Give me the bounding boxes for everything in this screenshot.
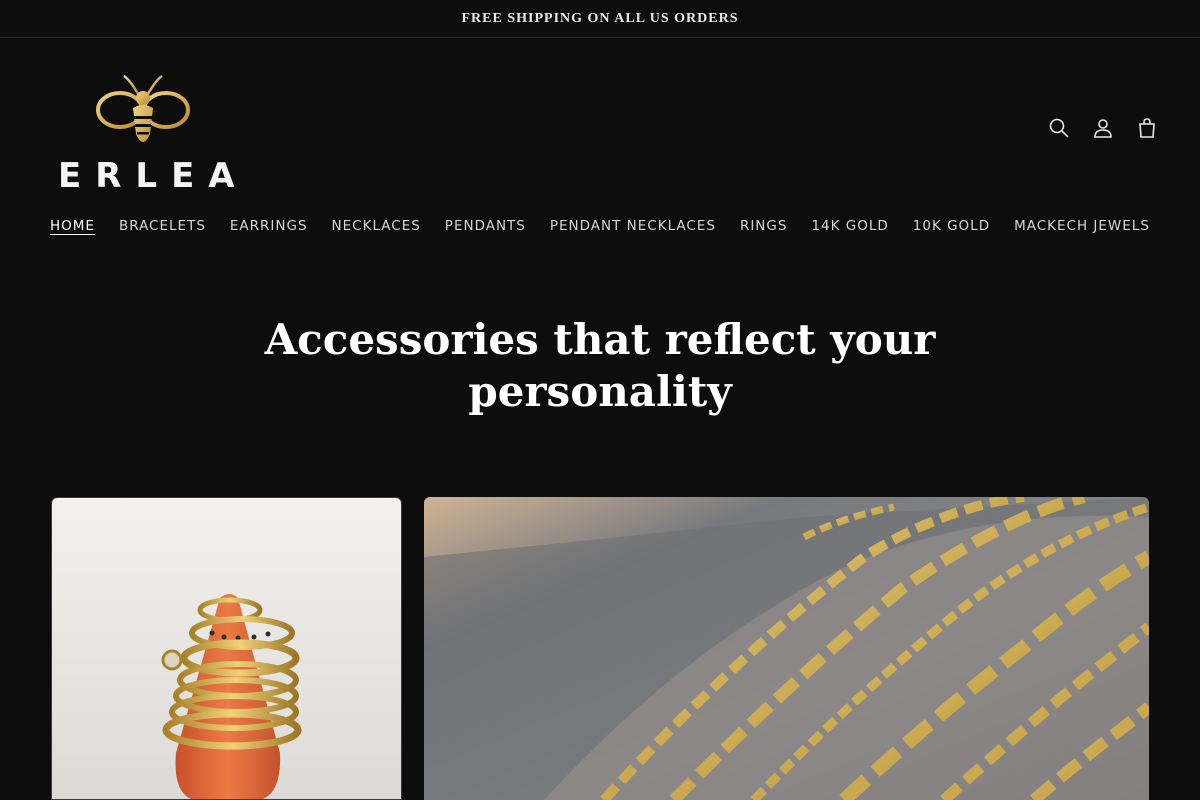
announcement-bar: FREE SHIPPING ON ALL US ORDERS [0,0,1200,38]
nav-item-bracelets[interactable]: BRACELETS [107,210,218,242]
nav-item-home[interactable]: HOME [38,210,107,242]
announcement-text: FREE SHIPPING ON ALL US ORDERS [461,10,739,26]
account-icon[interactable] [1088,113,1118,143]
collection-card-chains[interactable] [424,497,1149,800]
nav-item-necklaces[interactable]: NECKLACES [320,210,433,242]
hero-title: Accessories that reflect your personalit… [264,315,936,416]
chains-image [424,497,1149,800]
search-icon[interactable] [1044,113,1074,143]
brand-name: ERLEA [58,156,249,196]
cart-icon[interactable] [1132,113,1162,143]
nav-item-pendants[interactable]: PENDANTS [433,210,538,242]
collection-card-rings[interactable] [51,497,402,800]
site-header: ERLEA [0,38,1200,208]
main-nav: HOME BRACELETS EARRINGS NECKLACES PENDAN… [38,210,1162,242]
bee-icon [96,74,190,142]
nav-item-earrings[interactable]: EARRINGS [218,210,320,242]
nav-item-pendant-necklaces[interactable]: PENDANT NECKLACES [538,210,728,242]
nav-item-10k-gold[interactable]: 10K GOLD [901,210,1002,242]
nav-item-mackech-jewels[interactable]: MACKECH JEWELS [1002,210,1162,242]
header-actions [1044,113,1162,143]
rings-image [52,498,401,799]
nav-item-rings[interactable]: RINGS [728,210,800,242]
brand-logo[interactable]: ERLEA [58,72,235,196]
nav-item-14k-gold[interactable]: 14K GOLD [799,210,900,242]
